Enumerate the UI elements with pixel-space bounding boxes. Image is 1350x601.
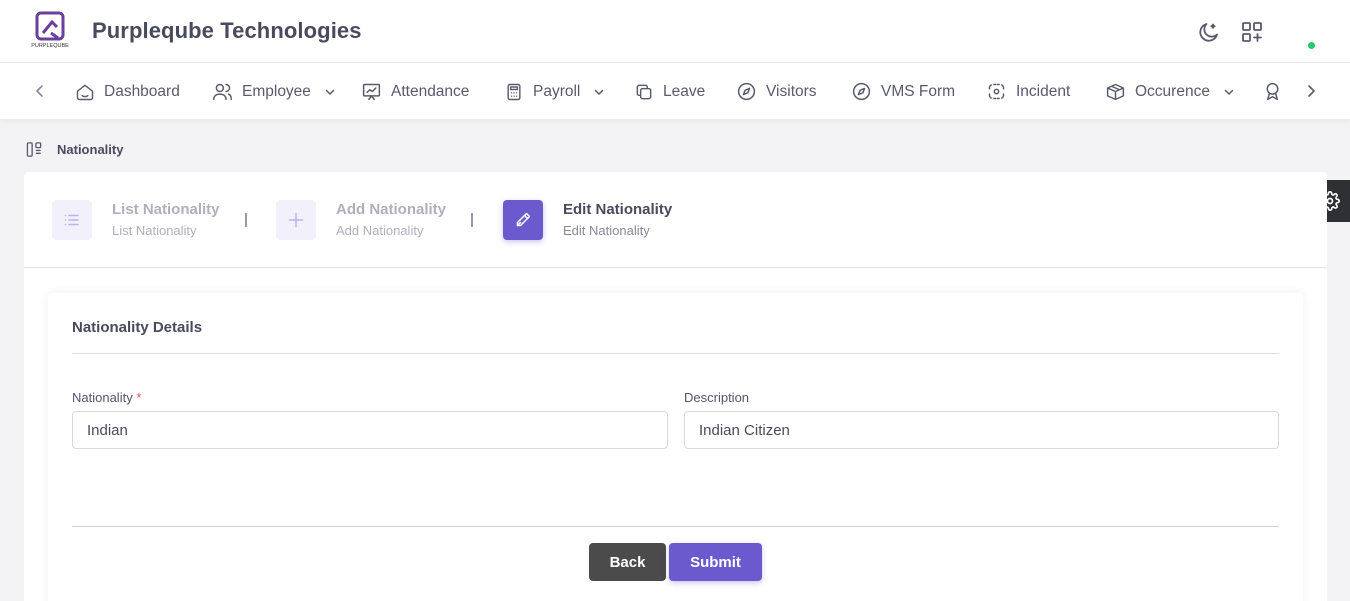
nationality-details-form: Nationality Details Nationality * Descri… [48,293,1303,601]
nav-item-label: Leave [663,82,706,100]
step-subtitle: Edit Nationality [563,223,650,238]
main-navigation: Dashboard Employee Attendance Payroll Le… [0,63,1350,120]
focus-icon [988,83,1005,100]
nationality-card: List Nationality List Nationality Add Na… [24,172,1327,601]
nav-item-label: Visitors [766,82,817,100]
step-list-nationality[interactable]: List Nationality List Nationality [52,200,220,240]
nationality-input[interactable] [72,411,668,449]
nav-item-leave[interactable]: Leave [634,63,705,120]
nav-item-visitors[interactable]: Visitors [736,63,817,120]
home-icon [76,84,94,100]
users-icon [213,83,232,101]
list-icon [52,200,92,240]
nav-item-label: Payroll [533,82,581,100]
submit-button[interactable]: Submit [669,543,762,581]
compass-icon [852,82,871,101]
nav-item-label: VMS Form [881,82,956,100]
wizard-steps: List Nationality List Nationality Add Na… [24,172,1327,268]
nav-item-incident[interactable]: Incident [986,63,1070,120]
plus-icon [276,200,316,240]
package-icon [1106,83,1125,101]
section-title: Nationality Details [72,319,203,336]
copy-icon [636,84,652,99]
step-separator [471,213,473,227]
chevron-down-icon [595,89,604,95]
pencil-icon [503,200,543,240]
nav-scroll-right-icon[interactable] [1301,81,1321,101]
presentation-icon [362,83,381,101]
brand-name: Purpleqube Technologies [92,18,362,43]
required-mark: * [136,390,142,405]
description-label: Description [684,390,750,405]
back-button[interactable]: Back [589,543,666,581]
section-divider [72,353,1279,354]
breadcrumb-label: Nationality [57,142,124,157]
nav-item-label: Occurence [1135,82,1210,100]
step-separator [245,213,247,227]
nav-item-employee[interactable]: Employee [212,63,336,120]
step-subtitle: Add Nationality [336,223,424,238]
nav-item-label: Dashboard [104,82,180,100]
nav-item-label: Attendance [391,82,470,100]
nationality-label-text: Nationality [72,390,133,405]
step-title: List Nationality [112,201,220,218]
step-edit-nationality[interactable]: Edit Nationality Edit Nationality [503,200,672,240]
step-title: Edit Nationality [563,201,673,218]
layout-columns-icon [26,142,42,157]
online-status-dot [1308,42,1315,49]
nav-item-label: Incident [1016,82,1071,100]
step-subtitle: List Nationality [112,223,197,238]
nav-item-occurence[interactable]: Occurence [1105,63,1235,120]
description-input[interactable] [684,411,1279,449]
award-icon [1266,82,1279,101]
nav-scroll-left-icon[interactable] [30,81,50,101]
nav-item-awards[interactable] [1262,63,1283,120]
chevron-down-icon [1224,89,1234,95]
nationality-label: Nationality * [72,390,141,405]
step-add-nationality[interactable]: Add Nationality Add Nationality [276,200,446,240]
form-footer-divider [72,526,1279,527]
nav-item-attendance[interactable]: Attendance [361,63,469,120]
breadcrumb: Nationality [26,141,123,158]
compass-icon [737,82,756,101]
nav-item-vms-form[interactable]: VMS Form [851,63,955,120]
svg-text:PURPLEQUBE: PURPLEQUBE [31,43,69,49]
step-title: Add Nationality [336,201,447,218]
nav-item-payroll[interactable]: Payroll [504,63,605,120]
nav-item-label: Employee [242,82,311,100]
chevron-down-icon [325,89,335,95]
moon-icon[interactable] [1197,20,1221,44]
nav-item-dashboard[interactable]: Dashboard [75,63,180,120]
calculator-icon [507,83,521,100]
company-logo[interactable]: PURPLEQUBE [30,11,70,51]
top-bar: PURPLEQUBE Purpleqube Technologies [0,0,1350,63]
apps-add-icon[interactable] [1240,20,1264,44]
